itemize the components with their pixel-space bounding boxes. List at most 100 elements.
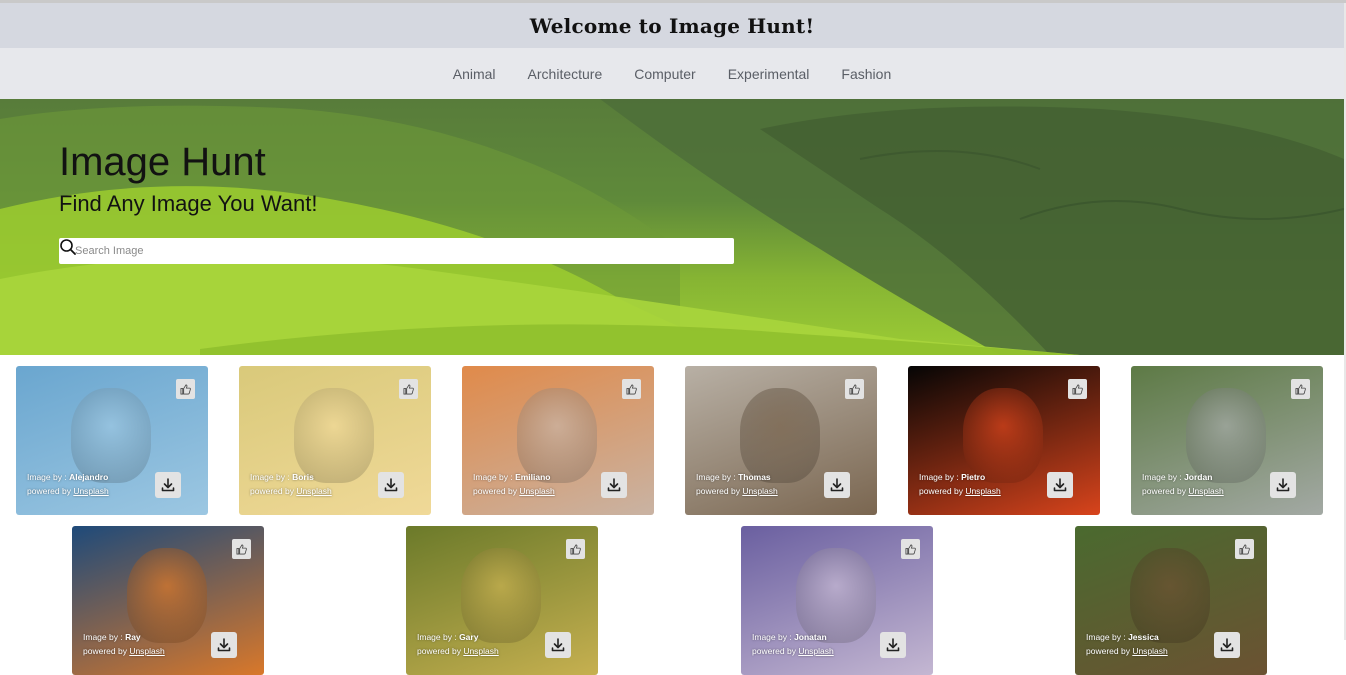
powered-by-label: powered by [696, 486, 743, 496]
unsplash-link[interactable]: Unsplash [129, 646, 164, 656]
thumbs-up-icon[interactable] [845, 379, 864, 399]
rabbit-photo [517, 388, 597, 483]
unsplash-link[interactable]: Unsplash [965, 486, 1000, 496]
unsplash-link[interactable]: Unsplash [798, 646, 833, 656]
powered-by-label: powered by [919, 486, 966, 496]
category-nav: Animal Architecture Computer Experimenta… [0, 48, 1344, 99]
image-credit: Image by : Jordan powered by Unsplash [1142, 470, 1224, 498]
image-credit: Image by : Alejandro powered by Unsplash [27, 470, 109, 498]
download-icon[interactable] [1214, 632, 1240, 658]
unsplash-link[interactable]: Unsplash [296, 486, 331, 496]
unsplash-link[interactable]: Unsplash [73, 486, 108, 496]
search-icon[interactable] [60, 238, 734, 264]
credit-prefix: Image by : [1086, 632, 1129, 642]
betta-fish-photo [963, 388, 1043, 483]
kingfisher-photo [294, 388, 374, 483]
image-card-grizzly[interactable]: Image by : Jessica powered by Unsplash [1075, 526, 1267, 675]
unsplash-link[interactable]: Unsplash [519, 486, 554, 496]
thumbs-up-icon[interactable] [1068, 379, 1087, 399]
powered-by-label: powered by [473, 486, 520, 496]
unsplash-link[interactable]: Unsplash [1188, 486, 1223, 496]
author-name: Jonatan [794, 632, 827, 642]
credit-prefix: Image by : [27, 472, 70, 482]
powered-by-label: powered by [27, 486, 74, 496]
credit-prefix: Image by : [417, 632, 460, 642]
image-card-fox[interactable]: Image by : Ray powered by Unsplash [72, 526, 264, 675]
image-credit: Image by : Emiliano powered by Unsplash [473, 470, 555, 498]
download-icon[interactable] [880, 632, 906, 658]
thumbs-up-icon[interactable] [566, 539, 585, 559]
image-card-betta-fish[interactable]: Image by : Pietro powered by Unsplash [908, 366, 1100, 515]
fox-photo [127, 548, 207, 643]
credit-prefix: Image by : [473, 472, 516, 482]
koala-photo [1186, 388, 1266, 483]
thumbs-up-icon[interactable] [399, 379, 418, 399]
download-icon[interactable] [545, 632, 571, 658]
hero-title: Image Hunt [59, 140, 266, 184]
download-icon[interactable] [211, 632, 237, 658]
image-card-koala[interactable]: Image by : Jordan powered by Unsplash [1131, 366, 1323, 515]
nav-item-animal[interactable]: Animal [453, 66, 496, 82]
image-credit: Image by : Pietro powered by Unsplash [919, 470, 1001, 498]
image-credit: Image by : Jessica powered by Unsplash [1086, 630, 1168, 658]
powered-by-label: powered by [83, 646, 130, 656]
nav-item-fashion[interactable]: Fashion [841, 66, 891, 82]
image-credit: Image by : Gary powered by Unsplash [417, 630, 499, 658]
powered-by-label: powered by [250, 486, 297, 496]
author-name: Boris [292, 472, 314, 482]
powered-by-label: powered by [1086, 646, 1133, 656]
image-credit: Image by : Thomas powered by Unsplash [696, 470, 778, 498]
site-header: Welcome to Image Hunt! [0, 3, 1344, 48]
credit-prefix: Image by : [1142, 472, 1185, 482]
image-card-bear[interactable]: Image by : Thomas powered by Unsplash [685, 366, 877, 515]
image-card-flamingo[interactable]: Image by : Alejandro powered by Unsplash [16, 366, 208, 515]
thumbs-up-icon[interactable] [1291, 379, 1310, 399]
nav-item-architecture[interactable]: Architecture [528, 66, 603, 82]
download-icon[interactable] [1270, 472, 1296, 498]
download-icon[interactable] [1047, 472, 1073, 498]
author-name: Jessica [1128, 632, 1159, 642]
image-card-rabbit[interactable]: Image by : Emiliano powered by Unsplash [462, 366, 654, 515]
credit-prefix: Image by : [83, 632, 126, 642]
image-credit: Image by : Ray powered by Unsplash [83, 630, 165, 658]
flamingo-photo [71, 388, 151, 483]
image-credit: Image by : Jonatan powered by Unsplash [752, 630, 834, 658]
author-name: Pietro [961, 472, 986, 482]
author-name: Jordan [1184, 472, 1213, 482]
credit-prefix: Image by : [250, 472, 293, 482]
powered-by-label: powered by [417, 646, 464, 656]
author-name: Ray [125, 632, 141, 642]
hero-subtitle: Find Any Image You Want! [59, 191, 318, 216]
site-title: Welcome to Image Hunt! [529, 13, 815, 38]
image-card-arctic-fox[interactable]: Image by : Jonatan powered by Unsplash [741, 526, 933, 675]
thumbs-up-icon[interactable] [176, 379, 195, 399]
credit-prefix: Image by : [696, 472, 739, 482]
download-icon[interactable] [601, 472, 627, 498]
credit-prefix: Image by : [919, 472, 962, 482]
author-name: Thomas [738, 472, 771, 482]
download-icon[interactable] [824, 472, 850, 498]
unsplash-link[interactable]: Unsplash [742, 486, 777, 496]
thumbs-up-icon[interactable] [622, 379, 641, 399]
download-icon[interactable] [155, 472, 181, 498]
credit-prefix: Image by : [752, 632, 795, 642]
author-name: Gary [459, 632, 479, 642]
nav-item-experimental[interactable]: Experimental [728, 66, 810, 82]
powered-by-label: powered by [1142, 486, 1189, 496]
author-name: Emiliano [515, 472, 551, 482]
search-bar [59, 238, 734, 264]
download-icon[interactable] [378, 472, 404, 498]
unsplash-link[interactable]: Unsplash [463, 646, 498, 656]
image-card-hare[interactable]: Image by : Gary powered by Unsplash [406, 526, 598, 675]
unsplash-link[interactable]: Unsplash [1132, 646, 1167, 656]
grizzly-photo [1130, 548, 1210, 643]
hero-banner: Image Hunt Find Any Image You Want! [0, 99, 1344, 355]
thumbs-up-icon[interactable] [901, 539, 920, 559]
author-name: Alejandro [69, 472, 109, 482]
arctic-fox-photo [796, 548, 876, 643]
image-card-kingfisher[interactable]: Image by : Boris powered by Unsplash [239, 366, 431, 515]
thumbs-up-icon[interactable] [232, 539, 251, 559]
search-input[interactable] [59, 238, 704, 264]
nav-item-computer[interactable]: Computer [634, 66, 695, 82]
thumbs-up-icon[interactable] [1235, 539, 1254, 559]
